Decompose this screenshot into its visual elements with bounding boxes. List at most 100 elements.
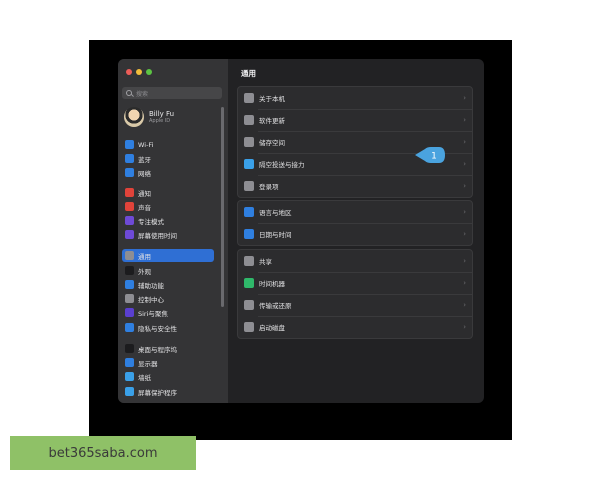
calendar-icon [244, 229, 254, 239]
settings-row[interactable]: 软件更新 › [238, 109, 472, 131]
profile-name: Billy Fu [149, 109, 175, 118]
settings-row-label: 共享 [259, 258, 272, 266]
chevron-right-icon: › [463, 301, 466, 309]
wifi-icon [125, 140, 134, 149]
settings-row[interactable]: 传输或还原 › [238, 294, 472, 316]
sidebar-item[interactable]: 控制中心 [122, 292, 214, 305]
sidebar-item[interactable]: 网络 [122, 166, 214, 179]
sidebar-item-label: 声音 [138, 203, 151, 212]
chevron-right-icon: › [463, 279, 466, 287]
settings-row-label: 传输或还原 [259, 302, 292, 310]
wallpaper-icon [125, 372, 134, 381]
sidebar-item-label: 屏幕保护程序 [138, 388, 177, 397]
sidebar-item[interactable]: 屏幕保护程序 [122, 385, 214, 398]
time-machine-icon [244, 278, 254, 288]
page-title: 通用 [241, 69, 256, 78]
sidebar-item-label: 蓝牙 [138, 155, 151, 164]
settings-row[interactable]: 日期与时间 › [238, 223, 472, 245]
chevron-right-icon: › [463, 138, 466, 146]
settings-group: 关于本机 › 软件更新 › 储存空间 › 隔空投送与接力 › 登录项 › [237, 86, 473, 198]
notification-icon [125, 188, 134, 197]
row-divider [258, 272, 472, 273]
sidebar-item[interactable]: 蓝牙 [122, 152, 214, 165]
sidebar-item[interactable]: 通用 [122, 249, 214, 262]
zoom-window-button[interactable] [146, 69, 152, 75]
globe-icon [244, 207, 254, 217]
system-settings-window: 搜索 Billy Fu Apple ID Wi-Fi 蓝牙网络通知声音专注模式屏幕… [118, 59, 484, 403]
sidebar-item[interactable]: 外观 [122, 264, 214, 277]
sidebar-item-label: 通知 [138, 189, 151, 198]
sidebar-item[interactable]: 墙纸 [122, 370, 214, 383]
watermark-text: bet365saba.com [48, 445, 158, 461]
minimize-window-button[interactable] [136, 69, 142, 75]
settings-row[interactable]: 时间机器 › [238, 272, 472, 294]
sidebar-item-label: Siri与聚焦 [138, 309, 168, 318]
sidebar-item-label: 网络 [138, 169, 151, 178]
globe-icon [125, 168, 134, 177]
dock-icon [125, 344, 134, 353]
moon-icon [125, 216, 134, 225]
settings-row[interactable]: 语言与地区 › [238, 201, 472, 223]
transfer-icon [244, 300, 254, 310]
hand-icon [125, 323, 134, 332]
settings-row-label: 登录项 [259, 183, 279, 191]
sidebar-item[interactable]: 显示器 [122, 356, 214, 369]
hourglass-icon [125, 230, 134, 239]
chevron-right-icon: › [463, 182, 466, 190]
sidebar-item-label: 专注模式 [138, 217, 164, 226]
chevron-right-icon: › [463, 323, 466, 331]
control-center-icon [125, 294, 134, 303]
row-divider [258, 223, 472, 224]
screensaver-icon [125, 387, 134, 396]
laptop-icon [244, 93, 254, 103]
speaker-icon [125, 202, 134, 211]
settings-row-label: 关于本机 [259, 95, 285, 103]
settings-row-label: 储存空间 [259, 139, 285, 147]
step-callout: 1 [415, 147, 445, 163]
startup-disk-icon [244, 322, 254, 332]
sidebar-item-label: 外观 [138, 267, 151, 276]
sidebar-item[interactable]: 屏幕使用时间 [122, 228, 214, 241]
sidebar-item[interactable]: 隐私与安全性 [122, 321, 214, 334]
apple-id-profile[interactable]: Billy Fu Apple ID [124, 107, 174, 127]
row-divider [258, 131, 472, 132]
watermark-banner: bet365saba.com [10, 436, 196, 470]
chevron-right-icon: › [463, 208, 466, 216]
chevron-right-icon: › [463, 257, 466, 265]
settings-row[interactable]: 登录项 › [238, 175, 472, 197]
row-divider [258, 316, 472, 317]
search-input[interactable]: 搜索 [122, 87, 222, 99]
callout-number: 1 [431, 152, 437, 162]
display-icon [125, 358, 134, 367]
sidebar-item-label: 辅助功能 [138, 281, 164, 290]
sidebar-item-label: 屏幕使用时间 [138, 231, 177, 240]
sidebar-item-label: Wi-Fi [138, 140, 154, 149]
avatar [124, 107, 144, 127]
sidebar-item-label: 墙纸 [138, 373, 151, 382]
sidebar-item[interactable]: Wi-Fi [122, 138, 214, 151]
chevron-right-icon: › [463, 94, 466, 102]
settings-row[interactable]: 关于本机 › [238, 87, 472, 109]
sidebar-item[interactable]: 桌面与程序坞 [122, 342, 214, 355]
profile-subtitle: Apple ID [149, 117, 171, 124]
row-divider [258, 175, 472, 176]
disk-icon [244, 137, 254, 147]
sidebar-item[interactable]: 通知 [122, 186, 214, 199]
sidebar-item[interactable]: 辅助功能 [122, 278, 214, 291]
settings-row[interactable]: 启动磁盘 › [238, 316, 472, 338]
settings-row[interactable]: 共享 › [238, 250, 472, 272]
settings-row-label: 语言与地区 [259, 209, 292, 217]
callout-arrow-icon [415, 147, 445, 163]
close-window-button[interactable] [126, 69, 132, 75]
settings-group: 共享 › 时间机器 › 传输或还原 › 启动磁盘 › [237, 249, 473, 339]
sidebar-item[interactable]: 专注模式 [122, 214, 214, 227]
search-icon [126, 90, 132, 96]
sidebar-item-label: 显示器 [138, 359, 158, 368]
sidebar-item[interactable]: Siri与聚焦 [122, 306, 214, 319]
sidebar-item[interactable]: 声音 [122, 200, 214, 213]
sidebar-scrollbar[interactable] [221, 107, 224, 307]
siri-icon [125, 308, 134, 317]
chevron-right-icon: › [463, 160, 466, 168]
share-icon [244, 256, 254, 266]
chevron-right-icon: › [463, 230, 466, 238]
